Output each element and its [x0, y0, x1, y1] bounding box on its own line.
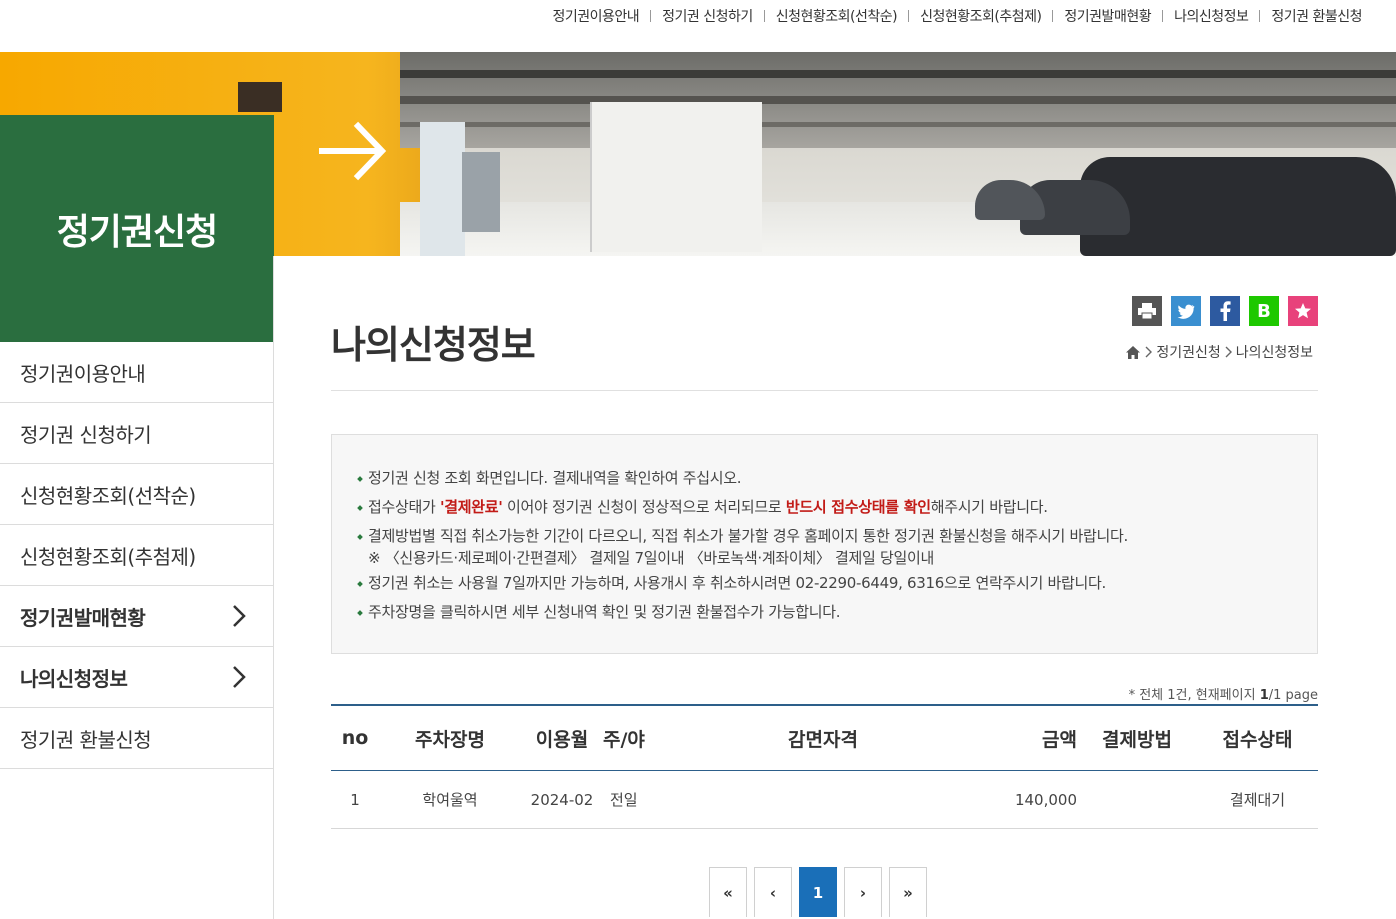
sidemenu-item-label: 나의신청정보 [20, 666, 128, 691]
notice-subtext: ※ 〈신용카드·제로페이·간편결제〉 결제일 7일이내 〈바로녹색·계좌이체〉 … [368, 549, 935, 567]
parking-lot-link[interactable]: 학여울역 [379, 770, 521, 829]
banner-pillar [420, 122, 465, 256]
sidemenu-item-my-application[interactable]: 나의신청정보 [0, 647, 273, 708]
notice-item: 결제방법별 직접 취소가능한 기간이 다르오니, 직접 취소가 불가할 경우 홈… [358, 522, 1317, 569]
notice-item: 정기권 신청 조회 화면입니다. 결제내역을 확인하여 주십시오. [358, 464, 1317, 493]
chevron-right-icon [1225, 346, 1232, 358]
chevron-right-icon [233, 605, 246, 627]
column-header: no [331, 704, 379, 771]
topnav-item-apply[interactable]: 정기권 신청하기 [639, 6, 753, 26]
column-header: 결제방법 [1077, 704, 1197, 771]
table-header-row: no 주차장명 이용월 주/야 감면자격 금액 결제방법 접수상태 [331, 704, 1318, 771]
sidemenu-divider [273, 256, 274, 919]
sidemenu-item-label: 신청현황조회(추첨제) [20, 544, 196, 569]
last-page-button[interactable]: » [889, 867, 927, 917]
cell-payment-method [1077, 770, 1197, 829]
column-header: 주/야 [603, 704, 683, 771]
cell-reduction [683, 770, 963, 829]
notice-text: 해주시기 바랍니다. [930, 498, 1048, 516]
notice-highlight-check-status: 반드시 접수상태를 확인 [785, 498, 931, 516]
banner-beam [400, 96, 1396, 104]
summary-prefix: * 전체 1건, 현재페이지 [1128, 688, 1260, 703]
notice-text: 정기권 신청 조회 화면입니다. 결제내역을 확인하여 주십시오. [368, 469, 742, 487]
home-icon[interactable] [1125, 345, 1141, 360]
breadcrumb: 정기권신청 나의신청정보 [1125, 342, 1313, 362]
banner-elevator-door [462, 152, 500, 232]
summary-suffix: /1 page [1268, 688, 1318, 703]
column-header: 접수상태 [1197, 704, 1318, 771]
breadcrumb-item-section[interactable]: 정기권신청 [1156, 342, 1220, 362]
cell-day-night: 전일 [603, 770, 683, 829]
section-title: 정기권신청 [56, 211, 219, 253]
top-navigation: 정기권이용안내 정기권 신청하기 신청현황조회(선착순) 신청현황조회(추첨제)… [0, 0, 1396, 52]
topnav-item-status-lottery[interactable]: 신청현황조회(추첨제) [897, 6, 1042, 26]
banner-beam [400, 122, 1396, 127]
notice-text: 주차장명을 클릭하시면 세부 신청내역 확인 및 정기권 환불접수가 가능합니다… [368, 603, 841, 621]
notice-text: 정기권 취소는 사용월 7일까지만 가능하며, 사용개시 후 취소하시려면 02… [368, 574, 1106, 592]
column-header: 감면자격 [683, 704, 963, 771]
first-page-button[interactable]: « [709, 867, 747, 917]
table-row: 1 학여울역 2024-02 전일 140,000 결제대기 [331, 770, 1318, 829]
facebook-icon[interactable] [1210, 296, 1240, 326]
prev-page-button[interactable]: ‹ [754, 867, 792, 917]
chevron-right-icon [1145, 346, 1153, 358]
side-menu: 정기권이용안내 정기권 신청하기 신청현황조회(선착순) 신청현황조회(추첨제)… [0, 342, 273, 769]
sidemenu-item-label: 신청현황조회(선착순) [20, 483, 196, 508]
topnav-item-issuance-status[interactable]: 정기권발매현황 [1041, 6, 1151, 26]
column-header: 금액 [963, 704, 1077, 771]
share-toolbar: B [1132, 296, 1318, 326]
sidemenu-item-apply[interactable]: 정기권 신청하기 [0, 403, 273, 464]
sidemenu-item-label: 정기권이용안내 [20, 361, 146, 386]
topnav-item-usage-guide[interactable]: 정기권이용안내 [552, 6, 639, 26]
sidemenu-item-status-first-come[interactable]: 신청현황조회(선착순) [0, 464, 273, 525]
application-table: no 주차장명 이용월 주/야 감면자격 금액 결제방법 접수상태 1 학여울역… [331, 704, 1318, 829]
breadcrumb-item-current: 나의신청정보 [1235, 345, 1313, 361]
chevron-right-icon [233, 666, 246, 688]
sidemenu-item-label: 정기권발매현황 [20, 605, 146, 630]
notice-box: 정기권 신청 조회 화면입니다. 결제내역을 확인하여 주십시오. 접수상태가 … [331, 434, 1318, 654]
title-divider [331, 390, 1318, 391]
sidemenu-item-label: 정기권 환불신청 [20, 727, 152, 752]
cell-no: 1 [331, 770, 379, 829]
column-header: 주차장명 [379, 704, 521, 771]
topnav-item-my-application[interactable]: 나의신청정보 [1151, 6, 1249, 26]
twitter-icon[interactable] [1171, 296, 1201, 326]
print-icon[interactable] [1132, 296, 1162, 326]
notice-text: 접수상태가 [368, 498, 440, 516]
page-title: 나의신청정보 [331, 323, 536, 367]
summary-current-page: 1 [1259, 688, 1269, 703]
next-page-button[interactable]: › [844, 867, 882, 917]
sidemenu-item-issuance-status[interactable]: 정기권발매현황 [0, 586, 273, 647]
cell-amount: 140,000 [963, 770, 1077, 829]
blog-icon[interactable]: B [1249, 296, 1279, 326]
sidemenu-item-usage-guide[interactable]: 정기권이용안내 [0, 342, 273, 403]
arrow-right-icon [319, 121, 387, 181]
banner-beam [400, 70, 1396, 78]
cell-month: 2024-02 [521, 770, 603, 829]
notice-item: 접수상태가 '결제완료' 이어야 정기권 신청이 정상적으로 처리되므로 반드시… [358, 493, 1317, 522]
notice-highlight-payment-complete: '결제완료' [439, 498, 503, 516]
section-title-box: 정기권신청 [0, 115, 274, 342]
pagination: « ‹ 1 › » [709, 867, 934, 917]
sidemenu-item-refund[interactable]: 정기권 환불신청 [0, 708, 273, 769]
topnav-item-status-first-come[interactable]: 신청현황조회(선착순) [753, 6, 898, 26]
banner-speaker [238, 82, 282, 112]
notice-text: 결제방법별 직접 취소가능한 기간이 다르오니, 직접 취소가 불가할 경우 홈… [368, 527, 1128, 545]
topnav-item-refund[interactable]: 정기권 환불신청 [1248, 6, 1362, 26]
result-summary: * 전체 1건, 현재페이지 1/1 page [1129, 684, 1318, 703]
sidemenu-item-status-lottery[interactable]: 신청현황조회(추첨제) [0, 525, 273, 586]
bookmark-star-icon[interactable] [1288, 296, 1318, 326]
page-number-current[interactable]: 1 [799, 867, 837, 917]
sidemenu-item-label: 정기권 신청하기 [20, 422, 152, 447]
banner-wall [590, 102, 762, 252]
notice-item: 정기권 취소는 사용월 7일까지만 가능하며, 사용개시 후 취소하시려면 02… [358, 569, 1317, 598]
column-header: 이용월 [521, 704, 603, 771]
cell-status: 결제대기 [1197, 770, 1318, 829]
notice-item: 주차장명을 클릭하시면 세부 신청내역 확인 및 정기권 환불접수가 가능합니다… [358, 598, 1317, 627]
notice-text: 이어야 정기권 신청이 정상적으로 처리되므로 [502, 498, 786, 516]
